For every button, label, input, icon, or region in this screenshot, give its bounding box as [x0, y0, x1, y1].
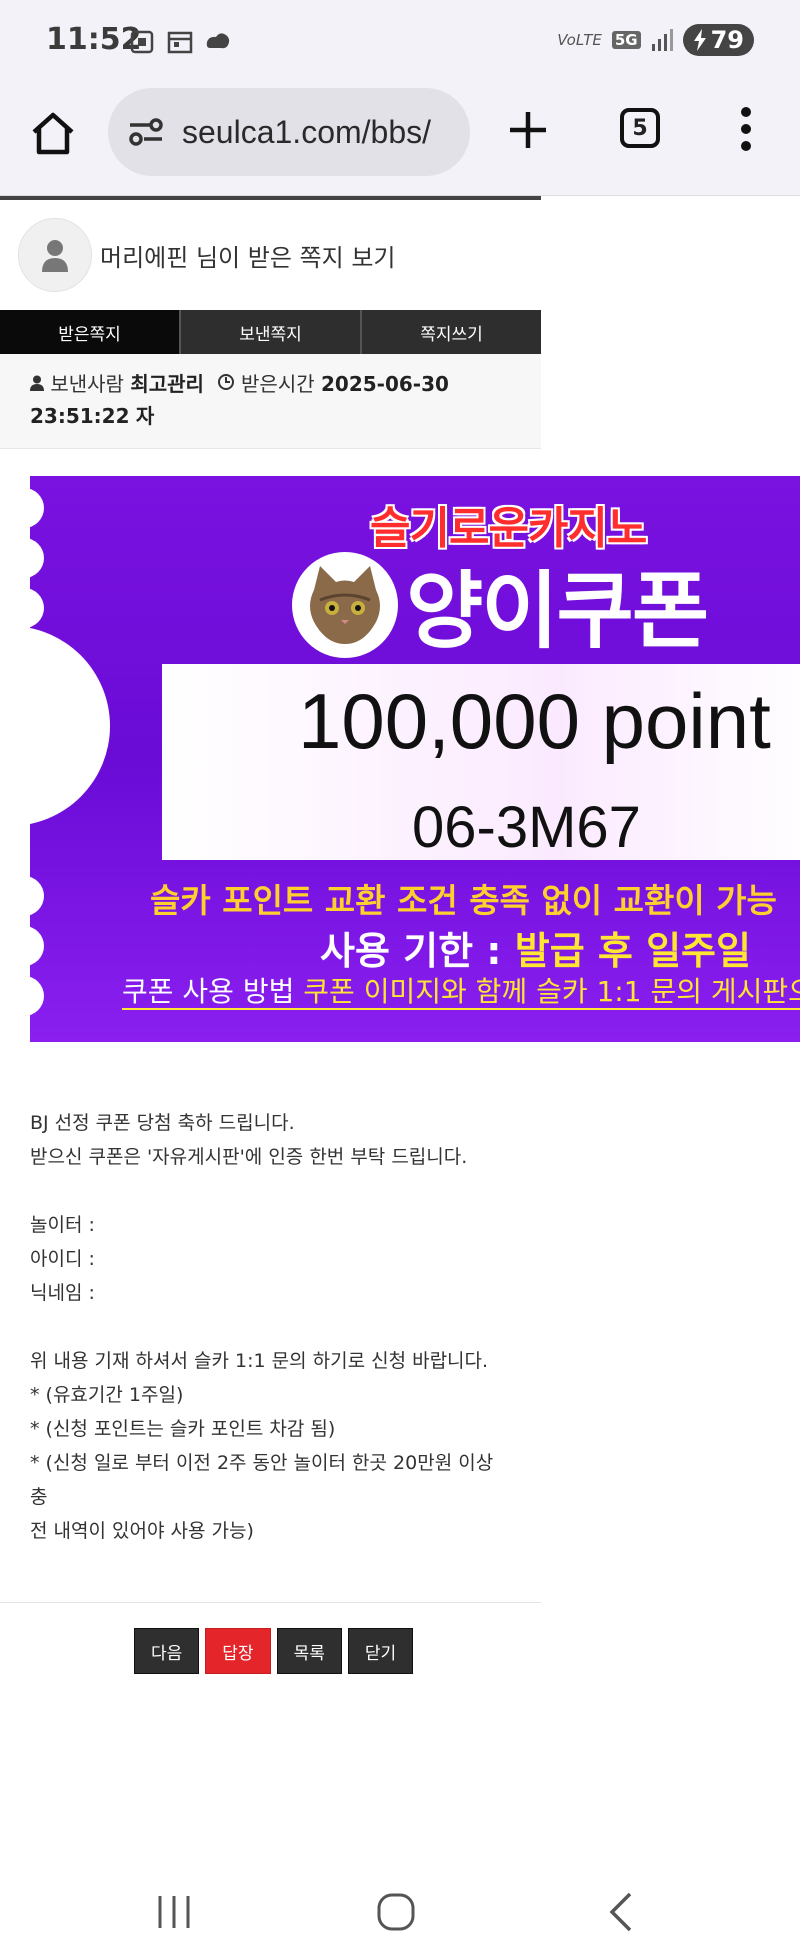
coupon-condition: 슬카 포인트 교환 조건 충족 없이 교환이 가능	[150, 881, 777, 920]
ticket-notch	[30, 976, 44, 1016]
network-label: 5G	[611, 31, 641, 49]
message-line: 닉네임 :	[30, 1282, 95, 1304]
user-small-icon	[30, 375, 44, 391]
message-line	[30, 1310, 510, 1344]
message-body: BJ 선정 쿠폰 당첨 축하 드립니다. 받으신 쿠폰은 '자유게시판'에 인증…	[30, 1106, 510, 1548]
memo-page: 머리에핀 님이 받은 쪽지 보기 받은쪽지 보낸쪽지 쪽지쓰기 보낸사람 최고관…	[0, 196, 541, 449]
next-button[interactable]: 다음	[134, 1628, 200, 1674]
user-icon	[42, 240, 68, 272]
site-settings-icon[interactable]	[126, 112, 166, 152]
message-line: 받으신 쿠폰은 '자유게시판'에 인증 한번 부탁 드립니다.	[30, 1146, 468, 1168]
memo-header: 머리에핀 님이 받은 쪽지 보기	[0, 200, 541, 310]
ticket-notch	[30, 876, 44, 916]
message-line: 위 내용 기재 하셔서 슬카 1:1 문의 하기로 신청 바랍니다.	[30, 1350, 489, 1372]
clock-icon	[217, 374, 234, 390]
bottom-divider	[0, 1602, 541, 1603]
url-text: seulca1.com/bbs/	[182, 113, 432, 150]
new-tab-icon[interactable]	[506, 108, 550, 152]
expiry-label: 사용 기한 :	[320, 929, 502, 973]
coupon-expiry: 사용 기한 : 발급 후 일주일	[320, 920, 751, 975]
home-icon[interactable]	[28, 108, 78, 158]
browser-toolbar: seulca1.com/bbs/ 5	[0, 84, 800, 196]
memo-tabs: 받은쪽지 보낸쪽지 쪽지쓰기	[0, 310, 541, 354]
reply-button[interactable]: 답장	[205, 1628, 271, 1674]
close-button[interactable]: 닫기	[347, 1628, 414, 1674]
time-suffix: 자	[135, 404, 155, 428]
recent-apps-icon[interactable]	[152, 1890, 196, 1934]
tab-received[interactable]: 받은쪽지	[0, 310, 181, 354]
message-line: * (신청 일로 부터 이전 2주 동안 놀이터 한곳 20만원 이상 충	[30, 1452, 494, 1508]
message-line: BJ 선정 쿠폰 당첨 축하 드립니다.	[30, 1112, 295, 1134]
coupon-howto: 쿠폰 사용 방법 쿠폰 이미지와 함께 슬카 1:1 문의 게시판으	[122, 970, 800, 1010]
tab-sent[interactable]: 보낸쪽지	[181, 310, 362, 354]
message-line: 전 내역이 있어야 사용 가능)	[30, 1520, 254, 1542]
howto-label: 쿠폰 사용 방법	[122, 975, 295, 1008]
list-button[interactable]: 목록	[276, 1628, 342, 1674]
memo-info: 보낸사람 최고관리 받은시간 2025-06-30 23:51:22 자	[0, 354, 541, 449]
coupon-name: 양이쿠폰	[406, 562, 709, 660]
howto-underline	[122, 1008, 800, 1010]
page-title: 머리에핀 님이 받은 쪽지 보기	[100, 243, 396, 272]
avatar	[18, 218, 92, 292]
calendar-icon	[167, 31, 193, 54]
sender-name: 최고관리	[130, 372, 204, 396]
system-nav-bar	[0, 1860, 800, 1956]
message-line: * (신청 포인트는 슬카 포인트 차감 됨)	[30, 1418, 336, 1440]
volte-label: VoLTE	[557, 31, 602, 49]
coupon-code: 06-3M67	[412, 795, 641, 860]
battery-charging-icon	[693, 29, 706, 51]
battery-level: 79	[710, 26, 744, 54]
action-buttons: 다음 답장 목록 닫기	[134, 1628, 414, 1674]
message-line: 놀이터 :	[30, 1214, 95, 1236]
more-menu-icon[interactable]	[738, 106, 754, 152]
sender-label: 보낸사람	[50, 372, 124, 396]
tabs-icon[interactable]: 5	[620, 108, 660, 148]
screenshot-icon	[130, 30, 154, 54]
message-line: * (유효기간 1주일)	[30, 1384, 184, 1406]
message-line	[30, 1174, 510, 1208]
address-bar[interactable]: seulca1.com/bbs/	[108, 88, 470, 176]
tab-count: 5	[632, 115, 648, 141]
status-bar: 11:52 VoLTE 5G 79	[0, 0, 800, 84]
coupon-points: 100,000 point	[298, 677, 771, 765]
cloud-icon	[206, 33, 230, 49]
battery-indicator: 79	[682, 24, 754, 56]
ticket-notch	[30, 488, 44, 528]
back-icon[interactable]	[600, 1890, 644, 1934]
cat-icon	[310, 566, 380, 644]
coupon-banner: 슬기로운카지노 양이쿠폰 100,000 point 06-3M67 슬카 포인…	[30, 476, 800, 1042]
ticket-cutout	[30, 626, 110, 826]
cat-image	[292, 552, 398, 658]
ticket-notch	[30, 588, 44, 628]
message-line: 아이디 :	[30, 1248, 95, 1270]
tab-write[interactable]: 쪽지쓰기	[362, 310, 541, 354]
ticket-notch	[30, 926, 44, 966]
home-nav-icon[interactable]	[374, 1890, 418, 1934]
ticket-notch	[30, 538, 44, 578]
expiry-value: 발급 후 일주일	[514, 929, 751, 973]
howto-text: 쿠폰 이미지와 함께 슬카 1:1 문의 게시판으	[303, 975, 800, 1008]
signal-icon	[651, 29, 673, 51]
time-label: 받은시간	[241, 372, 315, 396]
